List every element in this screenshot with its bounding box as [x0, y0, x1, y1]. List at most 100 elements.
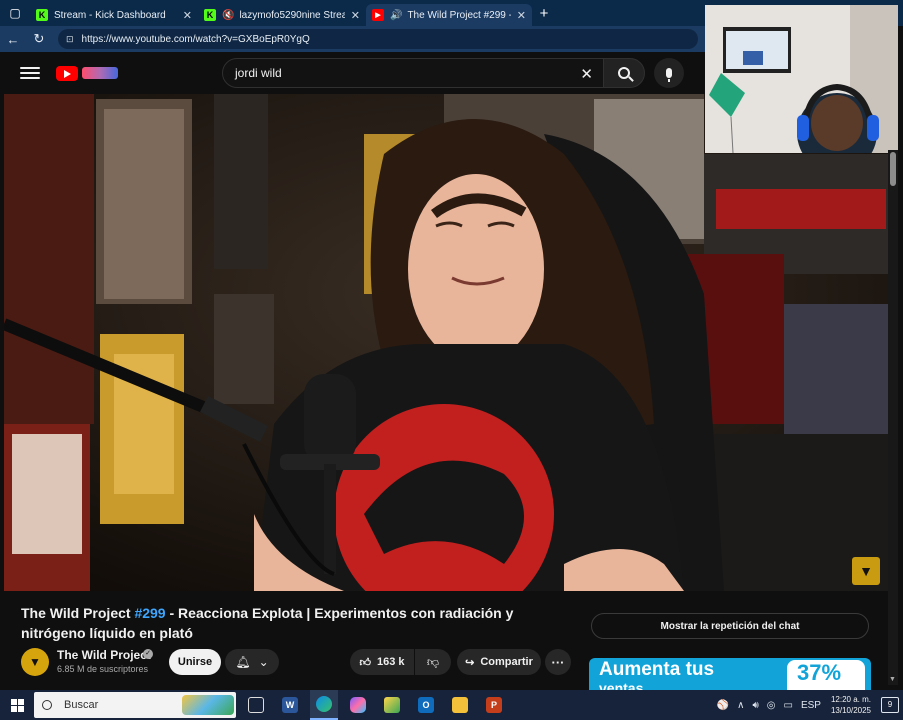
dislike-button[interactable]: 👎︎	[415, 649, 451, 675]
microphone-icon	[666, 68, 672, 82]
tab-title: Stream - Kick Dashboard	[54, 9, 166, 21]
task-view-icon	[248, 697, 264, 713]
webcam-scene	[705, 5, 898, 153]
close-icon[interactable]: ✕	[183, 9, 192, 22]
notification-center-button[interactable]: 9	[881, 697, 899, 713]
search-highlight-image	[182, 695, 234, 715]
video-frame	[4, 94, 888, 591]
mlb-app-icon[interactable]: ⚾	[717, 700, 729, 711]
app-launcher[interactable]	[378, 690, 406, 720]
youtube-logo-icon[interactable]	[56, 65, 78, 81]
search-query: jordi wild	[235, 66, 282, 80]
site-info-icon[interactable]: ⊡	[66, 34, 74, 45]
close-icon[interactable]: ✕	[351, 9, 360, 22]
kick-icon: K	[204, 9, 216, 21]
youtube-header: jordi wild ✕	[0, 52, 705, 94]
network-icon[interactable]: ◎	[767, 700, 776, 711]
clear-search-icon[interactable]: ✕	[580, 65, 593, 83]
edge-icon	[316, 696, 332, 712]
share-button[interactable]: ↪ Compartir	[457, 649, 541, 675]
edge-app[interactable]	[310, 690, 338, 720]
thumbs-down-icon: 👎︎	[426, 654, 440, 669]
battery-icon[interactable]: ▭	[783, 700, 792, 711]
clock[interactable]: 12:20 a. m. 13/10/2025	[831, 694, 871, 716]
refresh-icon[interactable]: ↻	[26, 31, 52, 47]
address-bar[interactable]: ⊡ https://www.youtube.com/watch?v=GXBoEp…	[58, 29, 698, 49]
hashtag-link[interactable]: #299	[134, 605, 165, 621]
tab-title: lazymofo5290nine Stream -	[239, 9, 345, 21]
share-label: Compartir	[480, 656, 533, 668]
new-tab-button[interactable]: +	[532, 5, 556, 22]
search-icon	[42, 700, 52, 710]
system-tray: ⚾ ∧ 🔊︎ ◎ ▭ ESP 12:20 a. m. 13/10/2025 9	[713, 690, 903, 720]
menu-icon[interactable]	[20, 67, 40, 79]
video-player[interactable]: ▼	[4, 94, 888, 591]
language-indicator[interactable]: ESP	[801, 700, 821, 711]
back-arrow-icon[interactable]: ←	[0, 32, 26, 47]
ad-percent: 37%	[787, 660, 865, 690]
more-actions-button[interactable]: ···	[545, 649, 571, 675]
search-icon	[618, 67, 630, 79]
tab-title: The Wild Project #299 - Reac	[407, 9, 510, 21]
join-button[interactable]: Unirse	[169, 649, 221, 675]
outlook-app[interactable]: O	[412, 690, 440, 720]
task-view-button[interactable]	[242, 690, 270, 720]
clock-date: 13/10/2025	[830, 706, 871, 715]
start-button[interactable]	[0, 690, 34, 720]
subscriber-count: 6.85 M de suscriptores	[57, 664, 149, 674]
ad-subline: ventas	[599, 680, 644, 690]
scrollbar-thumb[interactable]	[890, 152, 896, 186]
copilot-app[interactable]	[344, 690, 372, 720]
url-text: https://www.youtube.com/watch?v=GXBoEpR0…	[81, 33, 310, 45]
tab-kick-stream[interactable]: K 🔇 lazymofo5290nine Stream - ✕	[198, 4, 366, 26]
kick-icon: K	[36, 9, 48, 21]
window-menu-icon[interactable]: ▢	[0, 0, 30, 26]
channel-avatar[interactable]: ▼	[21, 648, 49, 676]
share-icon: ↪	[465, 656, 475, 669]
like-button[interactable]: 👍︎ 163 k	[350, 649, 414, 675]
windows-logo-icon	[10, 698, 24, 712]
chevron-up-icon[interactable]: ∧	[737, 700, 744, 711]
folder-icon	[452, 697, 468, 713]
verified-badge-icon: ✓	[143, 649, 153, 659]
outlook-icon: O	[418, 697, 434, 713]
tab-youtube-video[interactable]: ▶ 🔊 The Wild Project #299 - Reac ✕	[366, 4, 532, 26]
page-scrollbar[interactable]: ▼	[888, 150, 898, 685]
scroll-down-arrow-icon[interactable]: ▼	[889, 676, 896, 683]
webcam-overlay	[705, 5, 898, 153]
show-chat-replay-button[interactable]: Mostrar la repetición del chat	[591, 613, 869, 639]
channel-name[interactable]: The Wild Project	[57, 648, 151, 662]
ad-banner[interactable]: Aumenta tus ventas 37%	[589, 658, 871, 690]
speaker-icon[interactable]: 🔊	[390, 10, 402, 21]
bell-icon: 🔔︎	[235, 655, 251, 669]
windows-taskbar: Buscar W O P ⚾ ∧ 🔊︎ ◎ ▭ ESP 12:20 a. m. …	[0, 690, 903, 720]
ad-headline: Aumenta tus	[599, 659, 715, 680]
taskbar-search-placeholder: Buscar	[64, 699, 99, 711]
more-icon: ···	[551, 654, 565, 670]
video-title-prefix: The Wild Project	[21, 605, 135, 621]
search-button[interactable]	[603, 58, 645, 88]
powerpoint-icon: P	[486, 697, 502, 713]
word-app[interactable]: W	[276, 690, 304, 720]
voice-search-button[interactable]	[654, 58, 684, 88]
chevron-down-icon: ⌄	[258, 655, 269, 669]
tab-kick-dashboard[interactable]: K Stream - Kick Dashboard ✕	[30, 4, 198, 26]
close-icon[interactable]: ✕	[517, 9, 526, 22]
youtube-icon: ▶	[372, 9, 384, 21]
channel-watermark-icon[interactable]: ▼	[852, 557, 880, 585]
video-title: The Wild Project #299 - Reacciona Explot…	[21, 603, 581, 643]
notifications-button[interactable]: 🔔︎ ⌄	[225, 649, 279, 675]
powerpoint-app[interactable]: P	[480, 690, 508, 720]
speaker-icon[interactable]: 🔊︎	[752, 700, 758, 711]
taskbar-search-input[interactable]: Buscar	[34, 692, 236, 718]
browser-toolbar: ← ↻ ⊡ https://www.youtube.com/watch?v=GX…	[0, 26, 705, 52]
search-input[interactable]: jordi wild ✕	[222, 58, 604, 88]
like-count: 163 k	[376, 656, 405, 668]
youtube-doodle-logo[interactable]	[82, 67, 118, 79]
thumbs-up-icon: 👍︎	[359, 656, 371, 669]
desktop-screen: ▢ K Stream - Kick Dashboard ✕ K 🔇 lazymo…	[0, 0, 903, 720]
clock-time: 12:20 a. m.	[830, 695, 871, 704]
file-explorer-app[interactable]	[446, 690, 474, 720]
muted-speaker-icon[interactable]: 🔇	[222, 10, 234, 21]
app-icon	[384, 697, 400, 713]
